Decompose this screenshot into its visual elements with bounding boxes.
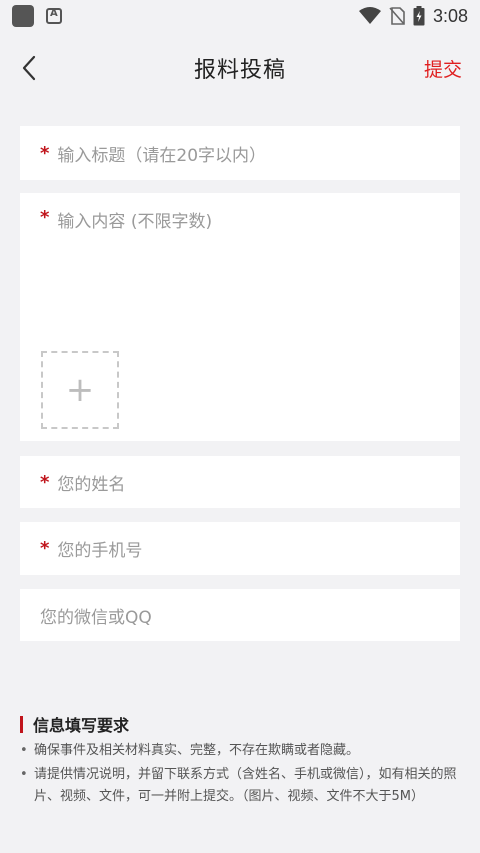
wechat-qq-field[interactable]: 您的微信或QQ (20, 589, 460, 641)
wechat-placeholder: 您的微信或QQ (40, 607, 152, 628)
required-mark: * (40, 538, 50, 559)
required-mark: * (40, 207, 50, 228)
info-title-text: 信息填写要求 (33, 716, 130, 735)
info-rules-list: • 确保事件及相关材料真实、完整，不存在欺瞒或者隐藏。 • 请提供情况说明，并留… (20, 740, 465, 810)
plus-icon: + (65, 370, 95, 410)
title-field[interactable]: * 输入标题（请在20字以内） (20, 126, 460, 180)
submit-button[interactable]: 提交 (424, 55, 462, 82)
battery-icon (413, 6, 425, 26)
no-sim-icon (389, 7, 405, 25)
name-field[interactable]: * 您的姓名 (20, 456, 460, 508)
back-button[interactable] (14, 52, 44, 84)
name-placeholder: 您的姓名 (57, 474, 126, 495)
app-notification-icon (46, 8, 62, 24)
content-placeholder: 输入内容 (不限字数) (57, 212, 213, 232)
rule-text: 请提供情况说明，并留下联系方式（含姓名、手机或微信），如有相关的照片、视频、文件… (34, 767, 457, 804)
list-item: • 确保事件及相关材料真实、完整，不存在欺瞒或者隐藏。 (20, 740, 465, 762)
notification-icon (12, 5, 34, 27)
content-field[interactable]: * 输入内容 (不限字数) + (20, 193, 460, 441)
wifi-icon (358, 7, 381, 24)
chevron-left-icon (22, 55, 36, 81)
page-title: 报料投稿 (193, 58, 286, 83)
bullet: • (20, 767, 28, 782)
rule-text: 确保事件及相关材料真实、完整，不存在欺瞒或者隐藏。 (34, 743, 360, 758)
phone-placeholder: 您的手机号 (57, 541, 143, 561)
required-mark: * (40, 142, 50, 164)
add-media-button[interactable]: + (41, 351, 119, 429)
info-section-title: 信息填写要求 (20, 712, 129, 736)
phone-field[interactable]: * 您的手机号 (20, 522, 460, 575)
accent-bar (20, 715, 23, 733)
list-item: • 请提供情况说明，并留下联系方式（含姓名、手机或微信），如有相关的照片、视频、… (20, 764, 465, 808)
status-bar: 3:08 (0, 0, 480, 32)
title-placeholder: 输入标题（请在20字以内） (57, 145, 267, 166)
bullet: • (20, 743, 28, 758)
required-mark: * (40, 471, 50, 493)
top-navigation-bar: 报料投稿 提交 (0, 40, 480, 96)
clock: 3:08 (432, 5, 468, 26)
